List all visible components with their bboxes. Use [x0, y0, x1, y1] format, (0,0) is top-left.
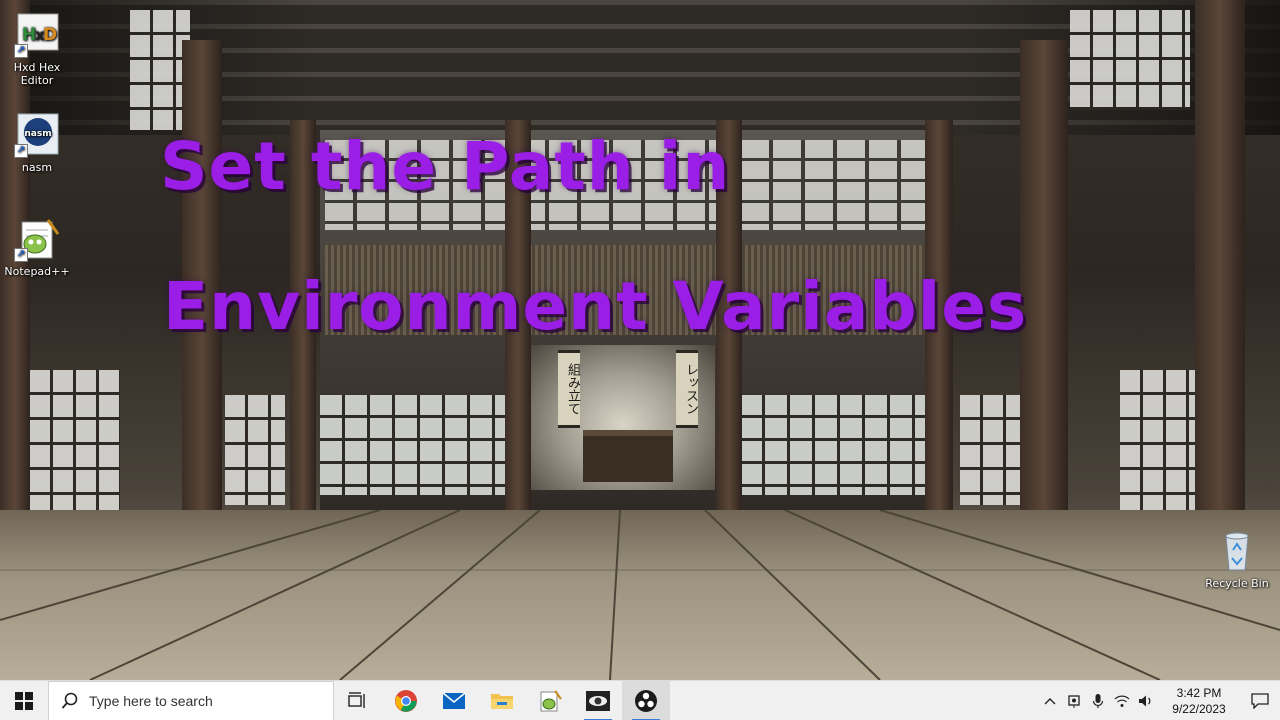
mail-icon: [442, 691, 466, 709]
scroll-right: レッスン: [676, 350, 698, 428]
folder-icon: [491, 693, 513, 709]
title-line-1: Set the Path in: [160, 128, 731, 205]
meet-now-icon[interactable]: [1062, 681, 1086, 720]
taskbar-task-view[interactable]: [334, 681, 382, 720]
chevron-up-icon[interactable]: [1038, 681, 1062, 720]
network-icon[interactable]: [1110, 681, 1134, 720]
desktop-icon-recycle-bin[interactable]: Recycle Bin: [1200, 528, 1274, 590]
desktop-icon-notepadpp[interactable]: ↗ Notepad++: [0, 216, 74, 278]
clock-date: 9/22/2023: [1172, 702, 1226, 716]
taskbar-chrome[interactable]: [382, 681, 430, 720]
desktop-icon-label: Hxd Hex Editor: [13, 61, 61, 87]
search-icon: [61, 692, 78, 709]
task-view-icon: [348, 691, 365, 708]
shoji-screen: [960, 395, 1020, 505]
floor-lines: [0, 510, 1280, 680]
desktop-icon-label: nasm: [21, 161, 53, 174]
taskbar-notepadpp[interactable]: [526, 681, 574, 720]
shoji-screen: [225, 395, 285, 505]
search-placeholder: Type here to search: [89, 692, 213, 709]
recycle-bin-icon: [1214, 528, 1260, 574]
shoji-screen: [320, 395, 505, 495]
shortcut-arrow-icon: ↗: [14, 44, 28, 58]
taskbar-mail[interactable]: [430, 681, 478, 720]
taskbar-search-box[interactable]: Type here to search: [48, 680, 334, 720]
desktop-icon-hxd[interactable]: H x D ↗ Hxd Hex Editor: [0, 12, 74, 87]
clock-time: 3:42 PM: [1176, 686, 1222, 700]
svg-text:D: D: [43, 25, 57, 45]
title-line-2: Environment Variables: [163, 268, 1028, 345]
notepadpp-icon: [540, 689, 562, 711]
desktop-wallpaper: 組み立て レッスン Set the Path in Environment Va…: [0, 0, 1280, 680]
eye-icon: [586, 690, 610, 711]
hxd-icon: H x D ↗: [14, 12, 60, 58]
notification-icon: [1251, 693, 1269, 709]
desktop-icon-label: Notepad++: [4, 265, 70, 278]
taskbar: Type here to search 3:42 PM 9/22/2023: [0, 680, 1280, 720]
taskbar-clock[interactable]: 3:42 PM 9/22/2023: [1158, 685, 1240, 717]
notepadpp-icon: ↗: [14, 216, 60, 262]
desktop-icon-label: Recycle Bin: [1205, 577, 1269, 590]
system-tray: 3:42 PM 9/22/2023: [1038, 681, 1280, 720]
windows-logo-icon: [15, 691, 33, 710]
volume-icon[interactable]: [1134, 681, 1158, 720]
notification-center-button[interactable]: [1240, 681, 1280, 720]
shoji-screen: [130, 10, 190, 130]
taskbar-obs[interactable]: [622, 680, 670, 720]
shoji-screen: [30, 370, 120, 530]
shortcut-arrow-icon: ↗: [14, 248, 28, 262]
desktop-icon-nasm[interactable]: nasm ↗ nasm: [0, 112, 74, 174]
microphone-icon[interactable]: [1086, 681, 1110, 720]
taskbar-eye-app[interactable]: [574, 681, 622, 720]
start-button[interactable]: [0, 681, 48, 720]
shoji-screen: [740, 395, 925, 495]
obs-icon: [635, 689, 657, 712]
pillar: [1195, 0, 1245, 540]
svg-text:nasm: nasm: [24, 129, 51, 139]
scroll-left: 組み立て: [558, 350, 580, 428]
shortcut-arrow-icon: ↗: [14, 144, 28, 158]
shoji-screen: [1070, 10, 1190, 110]
chrome-icon: [395, 689, 417, 712]
taskbar-file-explorer[interactable]: [478, 681, 526, 720]
nasm-icon: nasm ↗: [14, 112, 60, 158]
altar: [583, 430, 673, 482]
